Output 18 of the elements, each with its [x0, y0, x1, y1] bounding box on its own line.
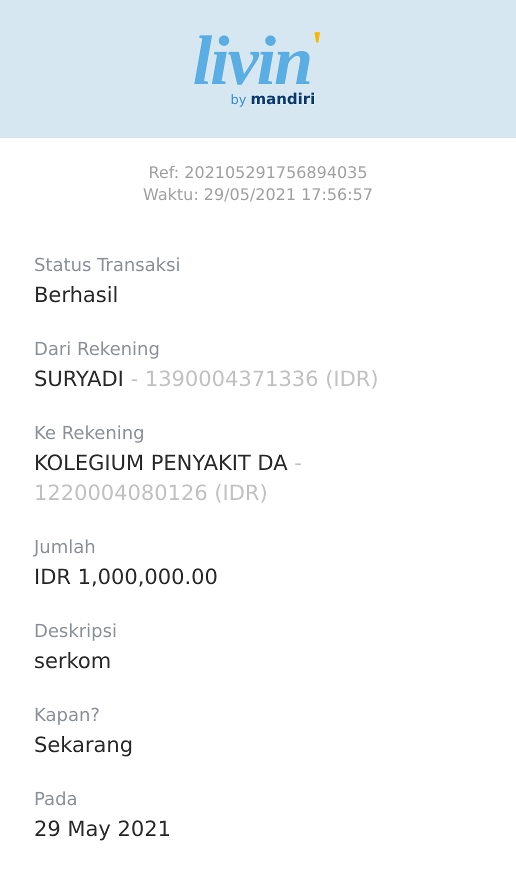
field-value: Sekarang [34, 732, 134, 759]
reference-number: Ref: 202105291756894035 [148, 162, 368, 184]
field-value: serkom [34, 648, 112, 675]
field-label: Jumlah [34, 536, 97, 560]
field-value: KOLEGIUM PENYAKIT DA - 1220004080126 (IDR) [34, 450, 303, 507]
logo-byline: by [230, 93, 246, 108]
field-label: Kapan? [34, 704, 101, 728]
transaction-time: Waktu: 29/05/2021 17:56:57 [143, 184, 373, 206]
field-label: Pada [34, 788, 79, 812]
field-label: Dari Rekening [34, 338, 161, 362]
field-label: Ke Rekening [34, 422, 146, 446]
field-value: IDR 1,000,000.00 [34, 564, 219, 591]
field-value: 29 May 2021 [34, 816, 172, 843]
field-label: Status Transaksi [34, 254, 182, 278]
field-label: Deskripsi [34, 620, 118, 644]
field-value: Berhasil [34, 282, 120, 309]
logo-accent: ' [311, 30, 324, 64]
field-value: SURYADI - 1390004371336 (IDR) [34, 366, 380, 393]
